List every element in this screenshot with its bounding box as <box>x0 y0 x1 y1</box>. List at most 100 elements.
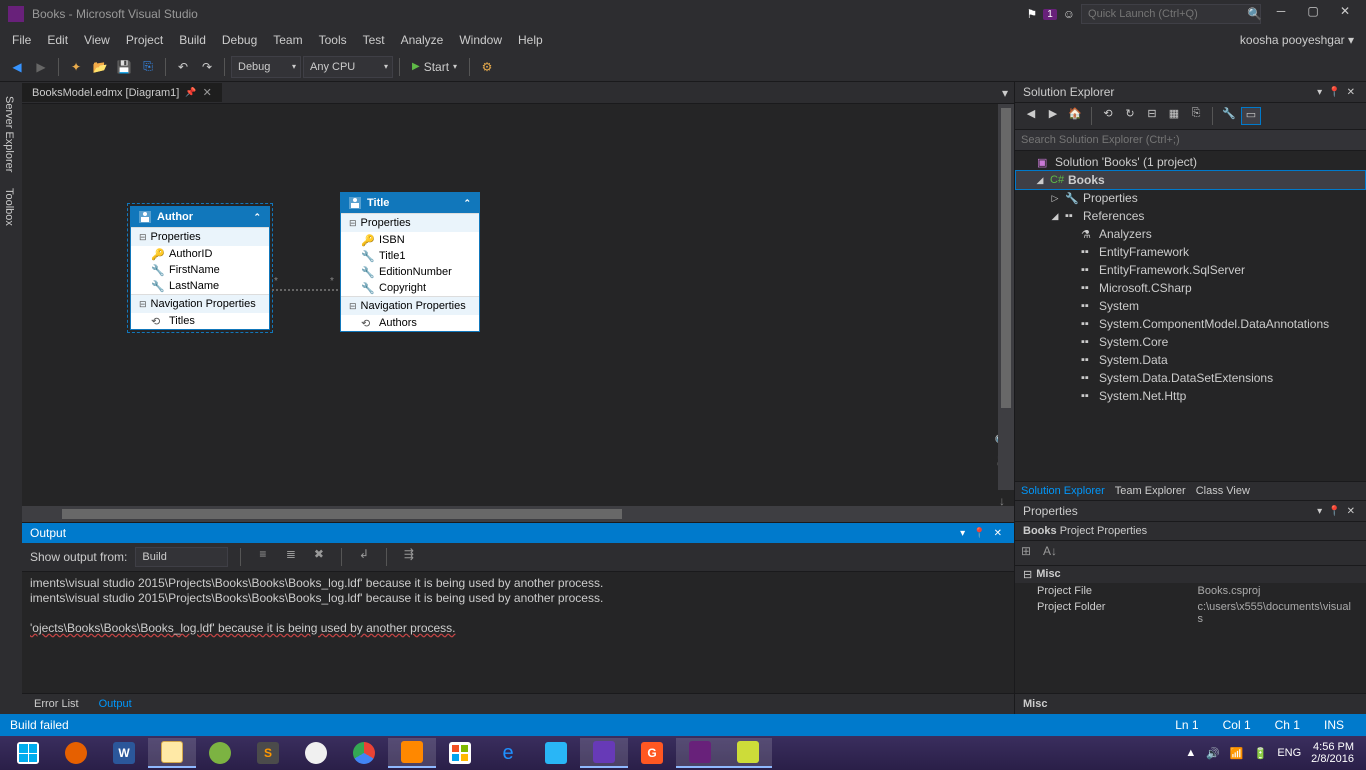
property-category[interactable]: ⊟Misc <box>1015 566 1366 583</box>
se-preview-button[interactable]: ⎘ <box>1186 107 1206 125</box>
reference-item[interactable]: ⚗Analyzers <box>1015 225 1366 243</box>
taskbar-ie[interactable]: e <box>484 738 532 768</box>
property-item[interactable]: 🔑ISBN <box>341 232 479 248</box>
nav-properties-section-header[interactable]: ⊟Navigation Properties <box>341 297 479 315</box>
taskbar-app[interactable] <box>196 738 244 768</box>
open-file-button[interactable]: 📂 <box>89 56 111 78</box>
taskbar-app[interactable] <box>580 738 628 768</box>
categorized-button[interactable]: ⊞ <box>1021 544 1039 562</box>
menu-help[interactable]: Help <box>510 30 551 50</box>
reference-item[interactable]: ▪▪System.Data <box>1015 351 1366 369</box>
se-sync-button[interactable]: ⟲ <box>1098 107 1118 125</box>
output-find-button[interactable]: ≡ <box>253 547 273 567</box>
menu-tools[interactable]: Tools <box>311 30 355 50</box>
taskbar-app[interactable] <box>532 738 580 768</box>
close-icon[interactable]: ✕ <box>1344 87 1358 98</box>
taskbar-explorer[interactable] <box>148 738 196 768</box>
taskbar-app[interactable]: G <box>628 738 676 768</box>
signed-in-user[interactable]: koosha pooyeshgar ▾ <box>1232 30 1362 50</box>
output-goto-button[interactable]: ≣ <box>281 547 301 567</box>
language-indicator[interactable]: ENG <box>1277 747 1301 759</box>
collapse-icon[interactable]: ⌃ <box>463 198 471 209</box>
taskbar-app[interactable] <box>724 738 772 768</box>
properties-section-header[interactable]: ⊟Properties <box>341 214 479 232</box>
redo-button[interactable]: ↷ <box>196 56 218 78</box>
property-item[interactable]: 🔧Title1 <box>341 248 479 264</box>
class-view-tab[interactable]: Class View <box>1196 485 1250 497</box>
save-button[interactable]: 💾 <box>113 56 135 78</box>
nav-forward-button[interactable]: ▶ <box>30 56 52 78</box>
close-tab-icon[interactable]: ✕ <box>203 86 212 99</box>
diagram-canvas[interactable]: Author ⌃ ⊟Properties 🔑AuthorID 🔧FirstNam… <box>22 104 1014 506</box>
reference-item[interactable]: ▪▪EntityFramework.SqlServer <box>1015 261 1366 279</box>
properties-node[interactable]: ▷🔧Properties <box>1015 189 1366 207</box>
output-source-dropdown[interactable]: Build <box>135 547 227 567</box>
tray-expand-icon[interactable]: ▲ <box>1185 747 1196 759</box>
menu-debug[interactable]: Debug <box>214 30 265 50</box>
property-item[interactable]: 🔑AuthorID <box>131 246 269 262</box>
project-node[interactable]: ◢C#Books <box>1015 170 1366 190</box>
battery-icon[interactable]: 🔋 <box>1254 747 1268 760</box>
taskbar-app[interactable] <box>436 738 484 768</box>
se-home-button[interactable]: 🏠 <box>1065 107 1085 125</box>
output-tab[interactable]: Output <box>95 696 136 712</box>
solution-node[interactable]: ▣Solution 'Books' (1 project) <box>1015 153 1366 171</box>
dropdown-icon[interactable]: ▾ <box>956 528 969 539</box>
property-item[interactable]: 🔧Copyright <box>341 280 479 296</box>
se-collapse-button[interactable]: ⊟ <box>1142 107 1162 125</box>
menu-build[interactable]: Build <box>171 30 214 50</box>
se-properties-button[interactable]: 🔧 <box>1219 107 1239 125</box>
start-debug-button[interactable]: ▶ Start ▾ <box>406 56 463 78</box>
reference-item[interactable]: ▪▪System.Net.Http <box>1015 387 1366 405</box>
menu-view[interactable]: View <box>76 30 118 50</box>
output-clear-button[interactable]: ✖ <box>309 547 329 567</box>
collapse-icon[interactable]: ⌃ <box>253 212 261 223</box>
output-text[interactable]: iments\visual studio 2015\Projects\Books… <box>22 572 1014 693</box>
reference-item[interactable]: ▪▪System.ComponentModel.DataAnnotations <box>1015 315 1366 333</box>
save-all-button[interactable]: ⎘ <box>137 56 159 78</box>
pin-icon[interactable]: 📍 <box>1325 506 1343 517</box>
menu-team[interactable]: Team <box>265 30 310 50</box>
close-icon[interactable]: ✕ <box>990 528 1006 539</box>
minimize-button[interactable]: ─ <box>1268 4 1294 24</box>
tab-dropdown-button[interactable]: ▾ <box>996 86 1014 100</box>
start-button[interactable] <box>4 738 52 768</box>
property-item[interactable]: 🔧FirstName <box>131 262 269 278</box>
taskbar-word[interactable]: W <box>100 738 148 768</box>
nav-back-button[interactable]: ◀ <box>6 56 28 78</box>
se-fwd-button[interactable]: ▶ <box>1043 107 1063 125</box>
taskbar-app[interactable] <box>292 738 340 768</box>
menu-file[interactable]: File <box>4 30 39 50</box>
reference-item[interactable]: ▪▪System <box>1015 297 1366 315</box>
nav-properties-section-header[interactable]: ⊟Navigation Properties <box>131 295 269 313</box>
taskbar-vlc[interactable] <box>388 738 436 768</box>
platform-dropdown[interactable]: Any CPU <box>303 56 393 78</box>
error-list-tab[interactable]: Error List <box>30 696 83 712</box>
dropdown-icon[interactable]: ▾ <box>1314 506 1325 517</box>
server-explorer-tab[interactable]: Server Explorer <box>0 88 22 180</box>
pin-icon[interactable]: 📌 <box>185 87 196 98</box>
se-view-button[interactable]: ▭ <box>1241 107 1261 125</box>
reference-item[interactable]: ▪▪System.Data.DataSetExtensions <box>1015 369 1366 387</box>
notification-badge[interactable]: 1 <box>1043 9 1057 20</box>
quick-launch-input[interactable] <box>1081 4 1261 24</box>
output-toggle-button[interactable]: ⇶ <box>399 547 419 567</box>
nav-property-item[interactable]: ⟲Titles <box>131 313 269 329</box>
output-wordwrap-button[interactable]: ↲ <box>354 547 374 567</box>
undo-button[interactable]: ↶ <box>172 56 194 78</box>
new-project-button[interactable]: ✦ <box>65 56 87 78</box>
feedback-icon[interactable]: ☺ <box>1063 7 1075 21</box>
team-explorer-tab[interactable]: Team Explorer <box>1115 485 1186 497</box>
solution-explorer-search[interactable] <box>1015 130 1366 151</box>
taskbar-visual-studio[interactable] <box>676 738 724 768</box>
property-row[interactable]: Project FileBooks.csproj <box>1015 583 1366 599</box>
taskbar-clock[interactable]: 4:56 PM 2/8/2016 <box>1311 741 1354 765</box>
taskbar-chrome[interactable] <box>340 738 388 768</box>
menu-analyze[interactable]: Analyze <box>393 30 452 50</box>
se-refresh-button[interactable]: ↻ <box>1120 107 1140 125</box>
reference-item[interactable]: ▪▪EntityFramework <box>1015 243 1366 261</box>
alphabetical-button[interactable]: A↓ <box>1043 544 1061 562</box>
se-back-button[interactable]: ◀ <box>1021 107 1041 125</box>
menu-project[interactable]: Project <box>118 30 171 50</box>
taskbar-sublime[interactable]: S <box>244 738 292 768</box>
